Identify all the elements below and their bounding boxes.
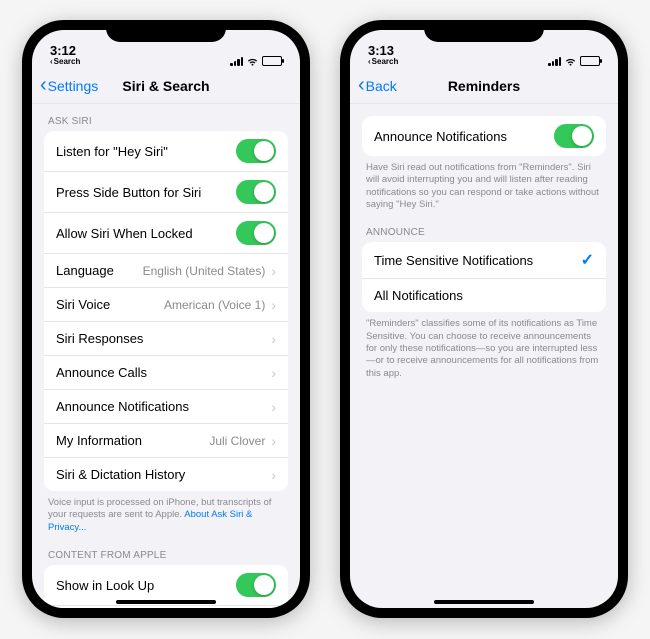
nav-back-button[interactable]: ‹ Back	[358, 74, 397, 97]
row-value: American (Voice 1)	[164, 298, 265, 312]
row-label: Announce Notifications	[56, 399, 189, 414]
row-language[interactable]: Language English (United States) ›	[44, 253, 288, 287]
row-announce-calls[interactable]: Announce Calls ›	[44, 355, 288, 389]
chevron-right-icon: ›	[271, 331, 276, 347]
group-announce-toggle: Announce Notifications	[362, 116, 606, 156]
row-label: Time Sensitive Notifications	[374, 253, 533, 268]
row-label: Show in Look Up	[56, 578, 154, 593]
row-label: Siri Voice	[56, 297, 110, 312]
battery-icon	[580, 56, 600, 66]
row-label: Listen for "Hey Siri"	[56, 144, 168, 159]
screen-right: 3:13 ‹ Search ‹ Back Reminders Announce …	[350, 30, 618, 608]
row-label: Press Side Button for Siri	[56, 185, 201, 200]
row-time-sensitive-notifications[interactable]: Time Sensitive Notifications ✓	[362, 242, 606, 278]
row-value: Juli Clover	[209, 434, 265, 448]
status-time: 3:12	[50, 44, 80, 58]
row-my-information[interactable]: My Information Juli Clover ›	[44, 423, 288, 457]
notch	[106, 20, 226, 42]
row-announce-notifications[interactable]: Announce Notifications	[362, 116, 606, 156]
row-label: My Information	[56, 433, 142, 448]
status-breadcrumb[interactable]: ‹ Search	[50, 58, 80, 66]
phone-right: 3:13 ‹ Search ‹ Back Reminders Announce …	[340, 20, 628, 618]
chevron-right-icon: ›	[271, 433, 276, 449]
row-siri-responses[interactable]: Siri Responses ›	[44, 321, 288, 355]
group-announce-options: Time Sensitive Notifications ✓ All Notific…	[362, 242, 606, 312]
status-time: 3:13	[368, 44, 398, 58]
row-announce-notifications[interactable]: Announce Notifications ›	[44, 389, 288, 423]
settings-content[interactable]: Announce Notifications Have Siri read ou…	[350, 104, 618, 608]
cellular-icon	[230, 57, 243, 66]
battery-icon	[262, 56, 282, 66]
toggle-switch[interactable]	[236, 573, 276, 597]
chevron-left-icon: ‹	[358, 74, 365, 97]
screen-left: 3:12 ‹ Search ‹ Settings Siri & Search A…	[32, 30, 300, 608]
row-show-in-spotlight[interactable]: Show in Spotlight	[44, 605, 288, 608]
row-listen-for-hey-siri[interactable]: Listen for "Hey Siri"	[44, 131, 288, 171]
row-siri-voice[interactable]: Siri Voice American (Voice 1) ›	[44, 287, 288, 321]
toggle-switch[interactable]	[236, 180, 276, 204]
row-press-side-button-for-siri[interactable]: Press Side Button for Siri	[44, 171, 288, 212]
nav-bar: ‹ Back Reminders	[350, 68, 618, 104]
row-label: Siri & Dictation History	[56, 467, 185, 482]
row-label: Language	[56, 263, 114, 278]
status-indicators	[548, 56, 600, 66]
footer-announce-options: "Reminders" classifies some of its notif…	[350, 312, 618, 384]
status-breadcrumb[interactable]: ‹ Search	[368, 58, 398, 66]
group-ask-siri: Listen for "Hey Siri" Press Side Button f…	[44, 131, 288, 491]
home-indicator[interactable]	[116, 600, 216, 604]
cellular-icon	[548, 57, 561, 66]
section-header-announce: ANNOUNCE	[350, 215, 618, 242]
row-value: English (United States)	[143, 264, 266, 278]
row-label: Allow Siri When Locked	[56, 226, 193, 241]
row-all-notifications[interactable]: All Notifications	[362, 278, 606, 312]
settings-content[interactable]: ASK SIRI Listen for "Hey Siri" Press Side…	[32, 104, 300, 608]
nav-title: Siri & Search	[122, 78, 209, 94]
chevron-right-icon: ›	[271, 399, 276, 415]
nav-back-button[interactable]: ‹ Settings	[40, 74, 98, 97]
toggle-switch[interactable]	[554, 124, 594, 148]
chevron-left-icon: ‹	[40, 74, 47, 97]
row-label: Announce Notifications	[374, 129, 507, 144]
nav-bar: ‹ Settings Siri & Search	[32, 68, 300, 104]
nav-title: Reminders	[448, 78, 520, 94]
chevron-right-icon: ›	[271, 297, 276, 313]
footer-announce: Have Siri read out notifications from "R…	[350, 156, 618, 215]
row-label: Announce Calls	[56, 365, 147, 380]
wifi-icon	[564, 56, 577, 66]
phone-left: 3:12 ‹ Search ‹ Settings Siri & Search A…	[22, 20, 310, 618]
toggle-switch[interactable]	[236, 221, 276, 245]
chevron-right-icon: ›	[271, 263, 276, 279]
toggle-switch[interactable]	[236, 139, 276, 163]
chevron-left-icon: ‹	[368, 58, 371, 66]
notch	[424, 20, 544, 42]
row-allow-siri-when-locked[interactable]: Allow Siri When Locked	[44, 212, 288, 253]
home-indicator[interactable]	[434, 600, 534, 604]
section-header-ask-siri: ASK SIRI	[32, 104, 300, 131]
chevron-right-icon: ›	[271, 467, 276, 483]
footer-ask-siri: Voice input is processed on iPhone, but …	[32, 491, 300, 538]
status-indicators	[230, 56, 282, 66]
row-label: Siri Responses	[56, 331, 143, 346]
row-label: All Notifications	[374, 288, 463, 303]
chevron-left-icon: ‹	[50, 58, 53, 66]
chevron-right-icon: ›	[271, 365, 276, 381]
wifi-icon	[246, 56, 259, 66]
row-siri-dictation-history[interactable]: Siri & Dictation History ›	[44, 457, 288, 491]
checkmark-icon: ✓	[581, 250, 594, 270]
section-header-content-apple: CONTENT FROM APPLE	[32, 538, 300, 565]
